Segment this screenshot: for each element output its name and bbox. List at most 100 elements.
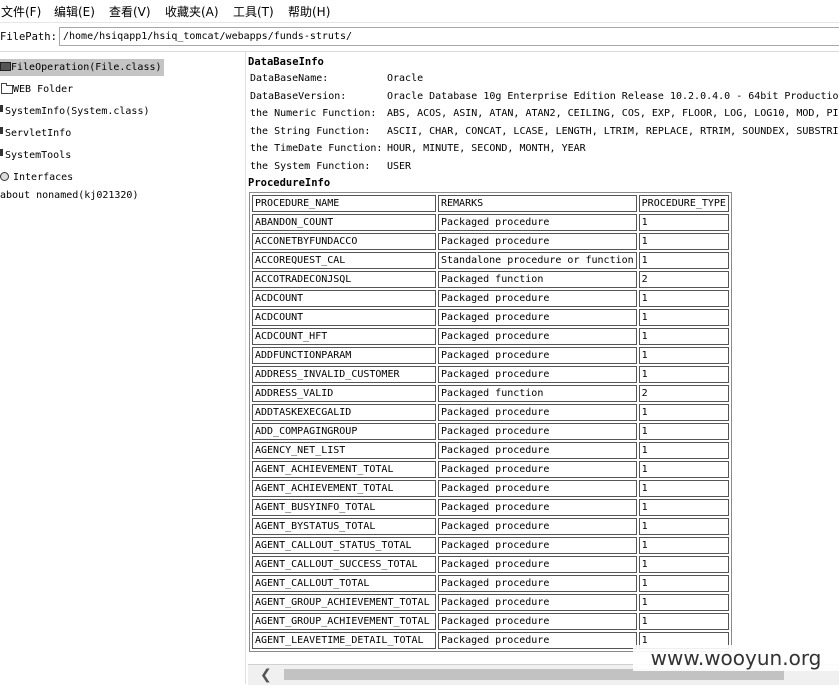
procedure-name-cell: AGENT_ACHIEVEMENT_TOTAL [252,461,436,478]
column-header: PROCEDURE_TYPE [638,195,729,212]
remarks-cell: Packaged procedure [438,309,637,326]
procedure-type-cell: 1 [638,537,729,554]
remarks-cell: Packaged procedure [438,480,637,497]
remarks-cell: Packaged procedure [438,632,637,649]
remarks-cell: Packaged procedure [438,404,637,421]
table-row: AGENT_CALLOUT_STATUS_TOTAL Packaged proce… [252,537,729,554]
table-row: ACDCOUNT Packaged procedure 1 [252,309,729,326]
pane-divider[interactable] [245,52,246,684]
procedure-name-cell: ACCOTRADECONJSQL [252,271,436,288]
procedure-info-title: ProcedureInfo [248,177,331,189]
procedure-type-cell: 1 [638,575,729,592]
sidebar-item-web-folder[interactable]: WEB Folder [0,81,73,98]
procedure-type-cell: 1 [638,404,729,421]
database-info-row: the TimeDate Function: HOUR, MINUTE, SECO… [248,140,839,158]
database-info-label: the Numeric Function: [250,108,377,119]
procedure-type-cell: 1 [638,214,729,231]
sidebar-item-system-info[interactable]: SystemInfo(System.class) [0,103,150,120]
sidebar-item-label: FileOperation(File.class) [11,62,162,73]
procedure-type-cell: 1 [638,480,729,497]
sidebar-item-label: WEB Folder [13,84,74,95]
remarks-cell: Packaged procedure [438,214,637,231]
sidebar-item-file-operation[interactable]: FileOperation(File.class) [0,59,164,76]
procedure-type-cell: 1 [638,309,729,326]
menu-file[interactable]: 文件(F) [1,3,41,20]
remarks-cell: Packaged function [438,385,637,402]
database-info-value: Oracle Database 10g Enterprise Edition R… [387,90,839,102]
database-info-value: ASCII, CHAR, CONCAT, LCASE, LENGTH, LTRI… [387,125,839,137]
procedure-name-cell: ACCONETBYFUNDACCO [252,233,436,250]
table-row: ADDRESS_INVALID_CUSTOMER Packaged procedu… [252,366,729,383]
database-info-value: ABS, ACOS, ASIN, ATAN, ATAN2, CEILING, C… [387,108,839,119]
database-info-value: USER [387,160,412,172]
database-info-label: the System Function: [250,160,371,172]
procedure-name-cell: AGENT_LEAVETIME_DETAIL_TOTAL [252,632,436,649]
remarks-cell: Packaged procedure [438,233,637,250]
database-info-label: the TimeDate Function: [250,143,383,154]
database-info-row: the System Function: USER [248,158,839,176]
table-row: ACCOREQUEST_CAL Standalone procedure or f… [252,252,729,269]
table-row: ADD_COMPAGINGROUP Packaged procedure 1 [252,423,729,440]
remarks-cell: Packaged procedure [438,366,637,383]
table-header-row: PROCEDURE_NAME REMARKS PROCEDURE_TYPE [252,195,729,212]
procedure-type-cell: 1 [638,594,729,611]
procedure-name-cell: AGENT_GROUP_ACHIEVEMENT_TOTAL [252,594,436,611]
column-header: PROCEDURE_NAME [252,195,436,212]
database-info-label: the String Function: [250,125,371,137]
remarks-cell: Packaged procedure [438,613,637,630]
procedure-type-cell: 1 [638,556,729,573]
remarks-cell: Packaged procedure [438,442,637,459]
procedure-name-cell: ACDCOUNT_HFT [252,328,436,345]
table-row: ACDCOUNT Packaged procedure 1 [252,290,729,307]
menu-help[interactable]: 帮助(H) [288,3,330,20]
procedure-type-cell: 1 [638,461,729,478]
database-info-label: DataBaseVersion: [250,90,347,102]
sidebar-item-servlet-info[interactable]: ServletInfo [0,125,71,142]
table-row: ADDRESS_VALID Packaged function 2 [252,385,729,402]
sidebar-item-system-tools[interactable]: SystemTools [0,147,71,164]
table-row: ACCONETBYFUNDACCO Packaged procedure 1 [252,233,729,250]
procedure-type-cell: 1 [638,613,729,630]
procedure-name-cell: ADDRESS_VALID [252,385,436,402]
menu-edit[interactable]: 编辑(E) [54,3,95,20]
procedure-type-cell: 1 [638,252,729,269]
table-row: ADDTASKEXECGALID Packaged procedure 1 [252,404,729,421]
table-row: AGENT_BYSTATUS_TOTAL Packaged procedure 1 [252,518,729,535]
database-info-row: the String Function: ASCII, CHAR, CONCAT,… [248,123,839,141]
folder-icon [0,83,13,94]
remarks-cell: Packaged procedure [438,347,637,364]
table-row: AGENT_BUSYINFO_TOTAL Packaged procedure 1 [252,499,729,516]
procedure-name-cell: ADDTASKEXECGALID [252,404,436,421]
sidebar-item-about[interactable]: about nonamed(kj021320) [0,187,138,204]
filepath-input[interactable] [59,27,839,46]
remarks-cell: Packaged procedure [438,537,637,554]
procedure-name-cell: AGENT_ACHIEVEMENT_TOTAL [252,480,436,497]
database-info-value: Oracle [387,73,424,84]
procedure-name-cell: AGENT_BYSTATUS_TOTAL [252,518,436,535]
remarks-cell: Packaged procedure [438,423,637,440]
table-row: AGENT_CALLOUT_TOTAL Packaged procedure 1 [252,575,729,592]
sidebar-item-interfaces[interactable]: Interfaces [0,169,73,186]
column-header: REMARKS [438,195,637,212]
database-info-title: DataBaseInfo [248,56,324,68]
procedure-name-cell: ACDCOUNT [252,309,436,326]
table-row: AGENCY_NET_LIST Packaged procedure 1 [252,442,729,459]
scroll-left-arrow-icon[interactable]: ❮ [260,667,272,683]
table-row: AGENT_ACHIEVEMENT_TOTAL Packaged procedur… [252,480,729,497]
procedure-name-cell: AGENT_BUSYINFO_TOTAL [252,499,436,516]
sidebar-tree: FileOperation(File.class) WEB Folder Sys… [0,56,245,684]
tools-icon [0,149,5,159]
table-row: AGENT_CALLOUT_SUCCESS_TOTAL Packaged proc… [252,556,729,573]
interfaces-icon [0,171,11,181]
sidebar-item-label: ServletInfo [5,128,72,139]
procedure-name-cell: ADDRESS_INVALID_CUSTOMER [252,366,436,383]
menu-favorites[interactable]: 收藏夹(A) [165,3,219,20]
system-info-icon [0,105,5,115]
table-row: AGENT_ACHIEVEMENT_TOTAL Packaged procedur… [252,461,729,478]
remarks-cell: Standalone procedure or function [438,252,637,269]
menu-tools[interactable]: 工具(T) [233,3,274,20]
remarks-cell: Packaged procedure [438,290,637,307]
remarks-cell: Packaged function [438,271,637,288]
menu-view[interactable]: 查看(V) [109,3,151,20]
database-info-row: DataBaseName: Oracle [248,70,839,88]
